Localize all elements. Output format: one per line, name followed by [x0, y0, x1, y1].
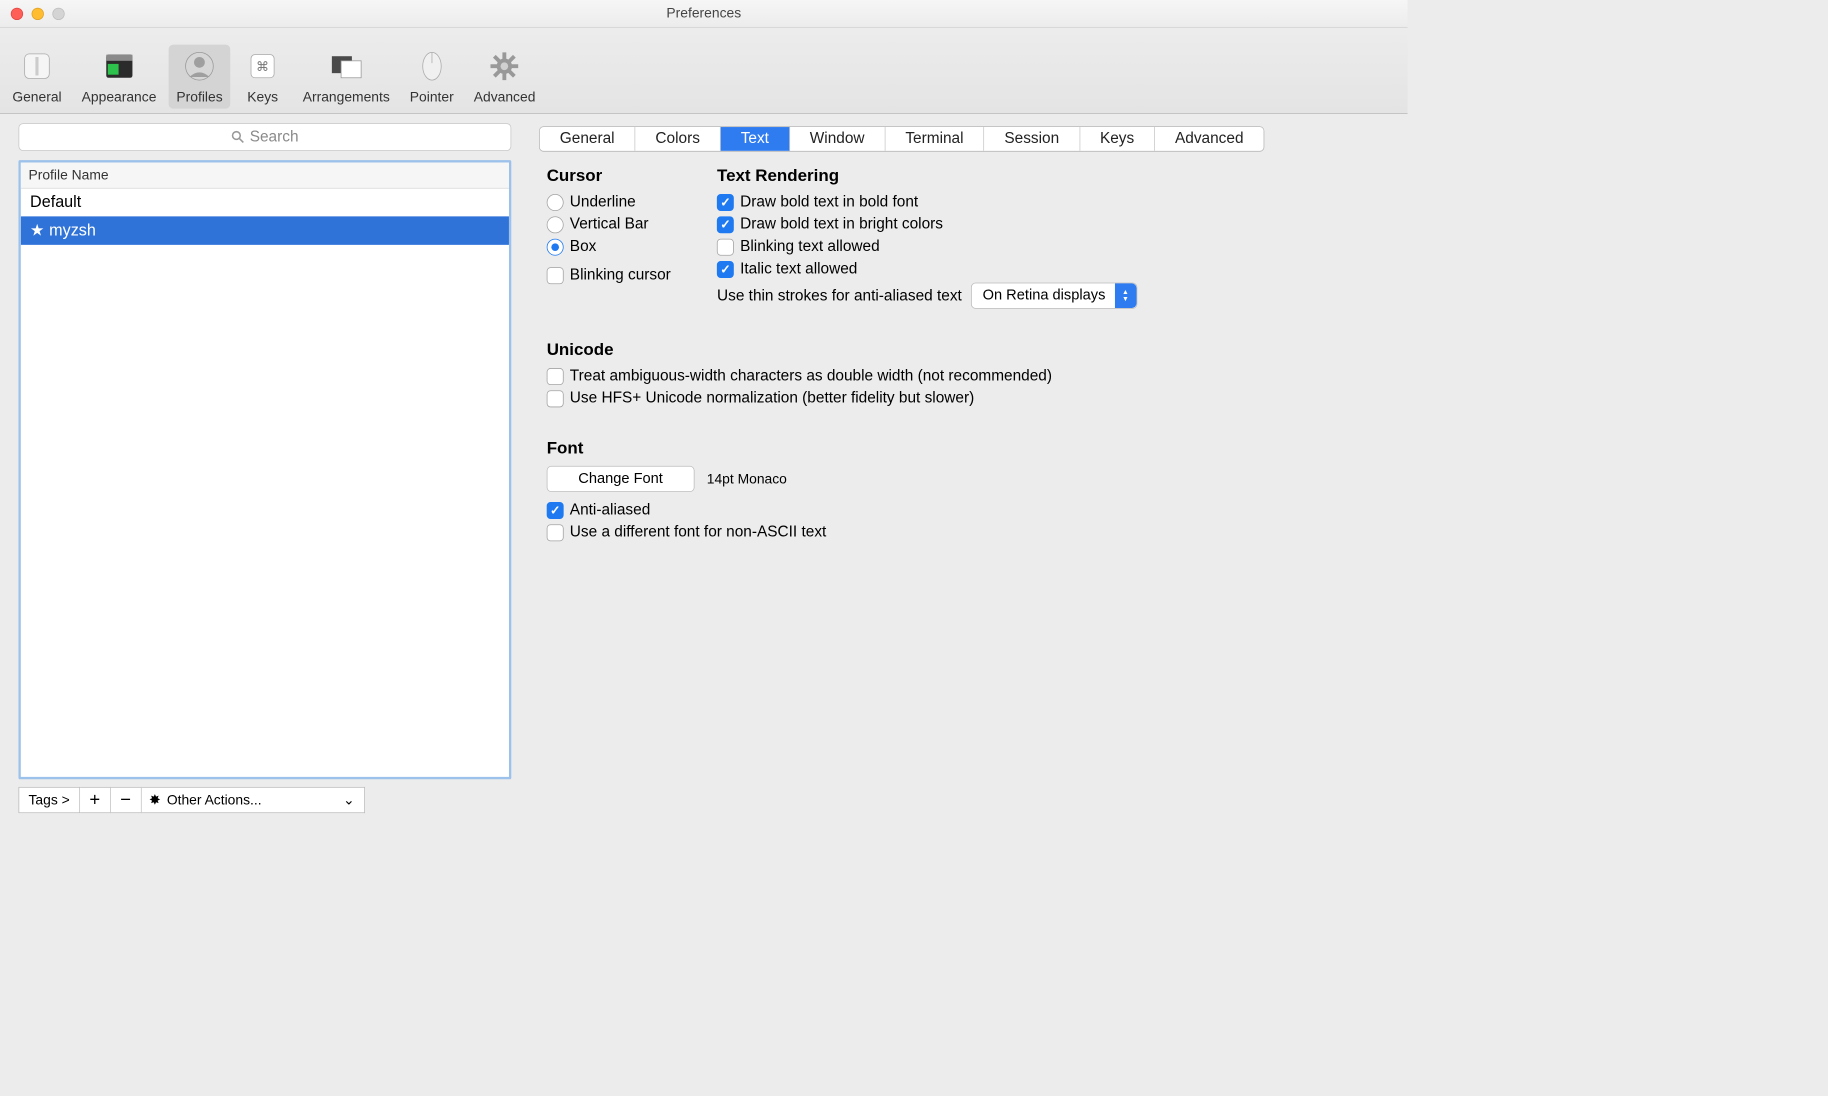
cursor-box-radio[interactable]: Box — [547, 238, 671, 256]
tab-text[interactable]: Text — [721, 127, 790, 151]
blinking-text-checkbox[interactable]: Blinking text allowed — [717, 238, 1137, 256]
toolbar-item-pointer[interactable]: Pointer — [402, 45, 461, 109]
appearance-icon — [102, 49, 136, 83]
advanced-icon — [488, 49, 522, 83]
profile-list-header[interactable]: Profile Name — [21, 162, 509, 188]
chevron-down-icon: ⌄ — [343, 792, 355, 808]
toolbar-item-keys[interactable]: ⌘ Keys — [235, 45, 290, 109]
toolbar: General Appearance Profiles ⌘ Keys Arran… — [0, 28, 1408, 114]
tab-window[interactable]: Window — [790, 127, 886, 151]
italic-checkbox[interactable]: Italic text allowed — [717, 260, 1137, 278]
bold-bright-checkbox[interactable]: Draw bold text in bright colors — [717, 216, 1137, 234]
non-ascii-font-checkbox[interactable]: Use a different font for non-ASCII text — [547, 524, 1394, 542]
general-icon — [20, 49, 54, 83]
current-font-label: 14pt Monaco — [707, 471, 787, 487]
add-profile-button[interactable]: + — [80, 787, 111, 813]
profile-row-default[interactable]: Default — [21, 189, 509, 217]
pointer-icon — [415, 49, 449, 83]
cursor-heading: Cursor — [547, 166, 671, 186]
profile-row-myzsh[interactable]: ★myzsh — [21, 216, 509, 244]
unicode-section: Unicode Treat ambiguous-width characters… — [547, 340, 1394, 408]
tab-colors[interactable]: Colors — [635, 127, 720, 151]
hfs-normalization-checkbox[interactable]: Use HFS+ Unicode normalization (better f… — [547, 390, 1394, 408]
search-icon — [231, 130, 245, 144]
tab-session[interactable]: Session — [984, 127, 1080, 151]
zoom-window-button[interactable] — [52, 8, 64, 20]
sidebar-controls: Tags > + − ✸ Other Actions... ⌄ — [18, 787, 511, 813]
window-controls — [11, 8, 65, 20]
search-input[interactable]: Search — [18, 123, 511, 151]
toolbar-item-arrangements[interactable]: Arrangements — [295, 45, 397, 109]
toolbar-item-profiles[interactable]: Profiles — [169, 45, 231, 109]
tab-terminal[interactable]: Terminal — [885, 127, 984, 151]
ambiguous-width-checkbox[interactable]: Treat ambiguous-width characters as doub… — [547, 367, 1394, 385]
thin-strokes-label: Use thin strokes for anti-aliased text — [717, 287, 962, 305]
tab-advanced[interactable]: Advanced — [1155, 127, 1264, 151]
toolbar-item-general[interactable]: General — [5, 45, 70, 109]
minimize-window-button[interactable] — [32, 8, 44, 20]
star-icon: ★ — [30, 222, 44, 240]
blinking-cursor-checkbox[interactable]: Blinking cursor — [547, 266, 671, 284]
font-section: Font Change Font 14pt Monaco Anti-aliase… — [547, 438, 1394, 541]
unicode-heading: Unicode — [547, 340, 1394, 360]
sidebar: Search Profile Name Default ★myzsh Tags … — [0, 114, 524, 821]
font-heading: Font — [547, 438, 1394, 458]
cursor-vertical-bar-radio[interactable]: Vertical Bar — [547, 216, 671, 234]
tags-button[interactable]: Tags > — [18, 787, 79, 813]
arrangements-icon — [329, 49, 363, 83]
profile-tabs: General Colors Text Window Terminal Sess… — [539, 126, 1264, 151]
change-font-button[interactable]: Change Font — [547, 466, 695, 492]
select-arrows-icon: ▲▼ — [1115, 283, 1137, 308]
text-rendering-heading: Text Rendering — [717, 166, 1137, 186]
profile-settings: General Colors Text Window Terminal Sess… — [524, 114, 1408, 821]
cursor-section: Cursor Underline Vertical Bar Box Blinki… — [547, 166, 671, 309]
anti-aliased-checkbox[interactable]: Anti-aliased — [547, 501, 1394, 519]
thin-strokes-select[interactable]: On Retina displays ▲▼ — [971, 283, 1137, 309]
other-actions-button[interactable]: ✸ Other Actions... ⌄ — [141, 787, 364, 813]
gear-icon: ✸ — [149, 792, 161, 808]
bold-font-checkbox[interactable]: Draw bold text in bold font — [717, 193, 1137, 211]
tab-general[interactable]: General — [540, 127, 636, 151]
cursor-underline-radio[interactable]: Underline — [547, 193, 671, 211]
titlebar: Preferences — [0, 0, 1408, 28]
keys-icon: ⌘ — [246, 49, 280, 83]
remove-profile-button[interactable]: − — [111, 787, 142, 813]
text-rendering-section: Text Rendering Draw bold text in bold fo… — [717, 166, 1137, 309]
close-window-button[interactable] — [11, 8, 23, 20]
window-title: Preferences — [666, 5, 741, 21]
tab-keys[interactable]: Keys — [1080, 127, 1155, 151]
svg-text:⌘: ⌘ — [256, 59, 269, 74]
toolbar-item-advanced[interactable]: Advanced — [466, 45, 543, 109]
profile-list[interactable]: Profile Name Default ★myzsh — [18, 160, 511, 779]
toolbar-item-appearance[interactable]: Appearance — [74, 45, 164, 109]
profiles-icon — [183, 49, 217, 83]
